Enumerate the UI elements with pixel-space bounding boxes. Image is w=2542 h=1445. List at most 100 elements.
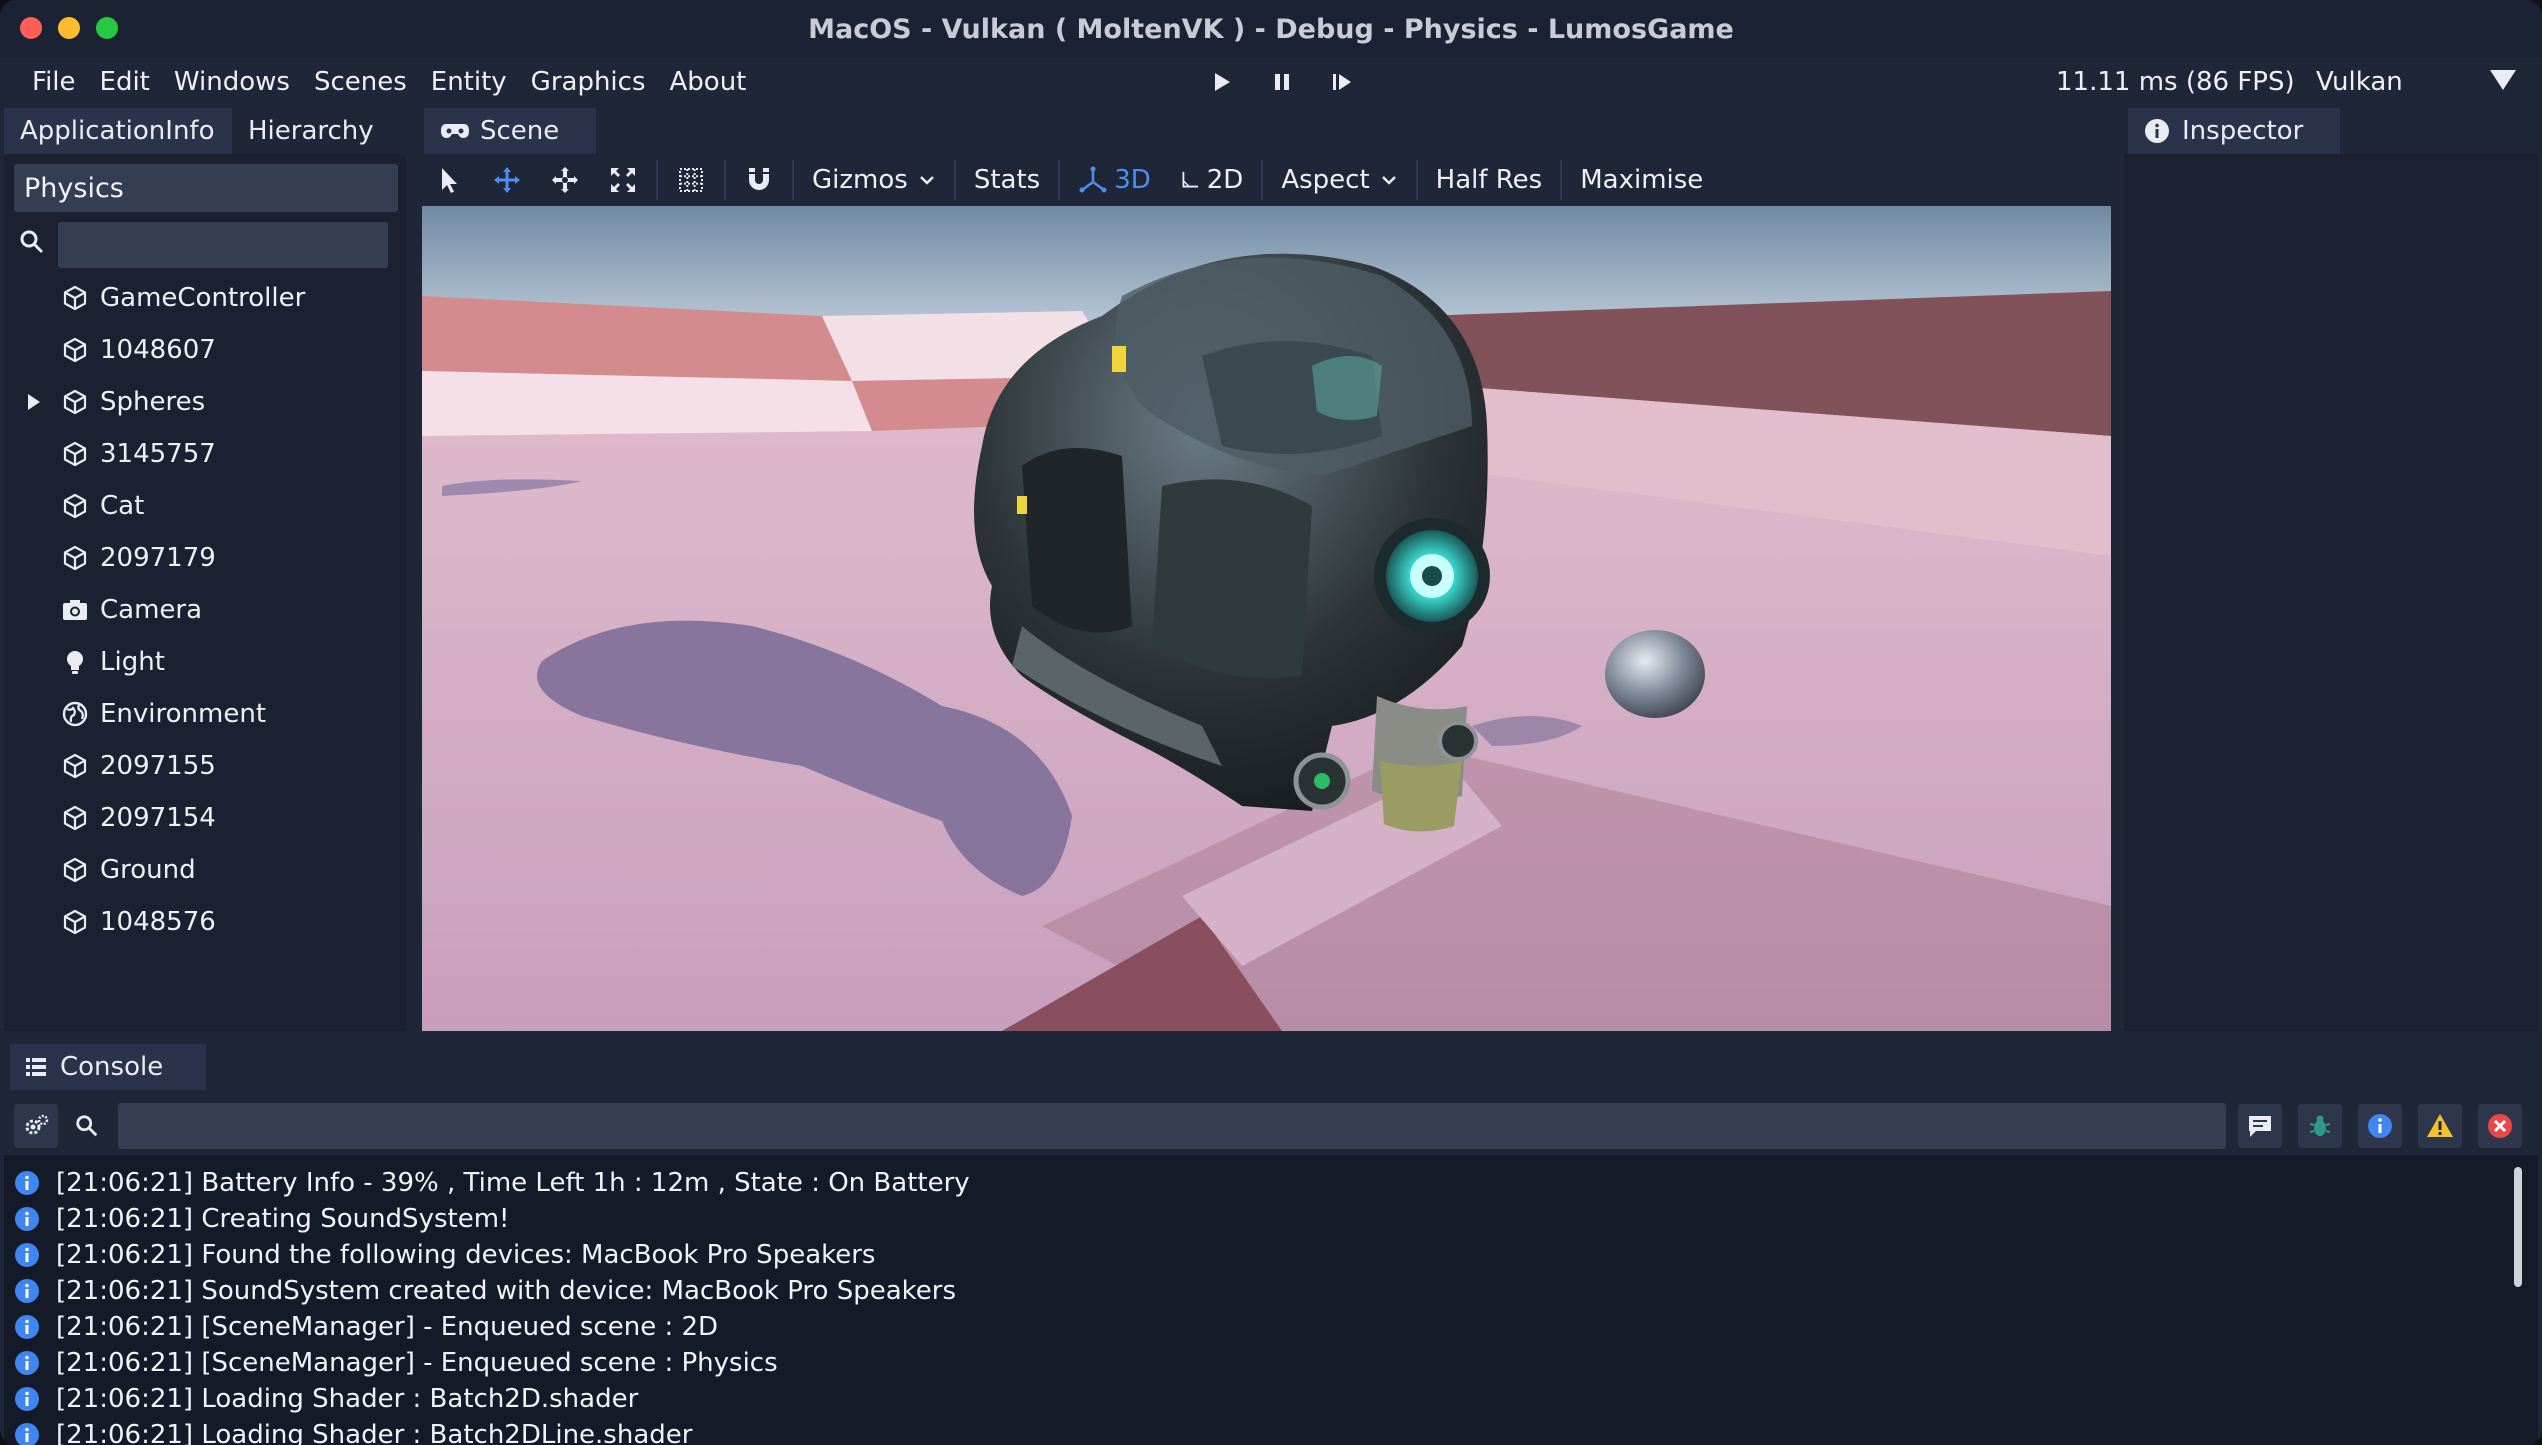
info-icon [2145,119,2169,143]
move-tool-button[interactable] [478,154,536,206]
log-line: [21:06:21] Found the following devices: … [4,1237,2538,1273]
minimize-window-button[interactable] [58,17,80,39]
tree-item[interactable]: Light [4,636,406,688]
select-tool-button[interactable] [420,154,478,206]
menu-windows[interactable]: Windows [162,67,302,97]
tree-item[interactable]: 3145757 [4,428,406,480]
scene-render [422,206,2111,1031]
scene-name-field[interactable]: Physics [14,164,398,212]
tree-item[interactable]: 1048576 [4,896,406,948]
cube-icon [63,545,87,571]
console-info-filter-button[interactable] [2358,1104,2402,1148]
menu-dropdown-icon[interactable] [2490,70,2516,90]
stats-button[interactable]: Stats [960,154,1054,206]
console-debug-filter-button[interactable] [2298,1104,2342,1148]
tree-item[interactable]: Environment [4,688,406,740]
pause-icon[interactable] [1270,70,1294,94]
play-icon[interactable] [1210,70,1234,94]
rotate-tool-button[interactable] [536,154,594,206]
console-error-filter-button[interactable] [2478,1104,2522,1148]
mode-3d-label: 3D [1114,165,1151,195]
info-icon [2368,1114,2392,1138]
hierarchy-search-input[interactable] [58,222,388,268]
tab-hierarchy[interactable]: Hierarchy [232,108,404,154]
tab-label: Inspector [2182,116,2304,146]
move-icon [494,167,520,193]
console-toolbar [4,1095,2538,1155]
log-line: [21:06:21] [SceneManager] - Enqueued sce… [4,1345,2538,1381]
tree-item[interactable]: 2097154 [4,792,406,844]
inspector-panel [2124,154,2538,1031]
tab-console[interactable]: Console [10,1044,206,1090]
cube-icon [63,389,87,415]
maximise-button[interactable]: Maximise [1566,154,1717,206]
console-scrollbar[interactable] [2514,1167,2522,1287]
tab-scene[interactable]: Scene [424,108,596,154]
menu-edit[interactable]: Edit [88,67,162,97]
tab-label: ApplicationInfo [20,116,215,146]
grid-toggle-button[interactable] [662,154,720,206]
info-icon [15,1315,39,1339]
grid-icon [679,168,703,192]
gizmos-dropdown[interactable]: Gizmos [798,154,950,206]
tree-item[interactable]: Camera [4,584,406,636]
menu-bar: File Edit Windows Scenes Entity Graphics… [0,58,2542,106]
tree-item-label: 2097179 [100,543,216,573]
chevron-down-icon [919,176,934,185]
tab-application-info[interactable]: ApplicationInfo [4,108,232,154]
lightbulb-icon [67,651,83,674]
log-line: [21:06:21] Creating SoundSystem! [4,1201,2538,1237]
step-icon[interactable] [1330,70,1354,94]
log-line: [21:06:21] Loading Shader : Batch2D.shad… [4,1381,2538,1417]
magnet-icon [749,168,769,190]
hierarchy-search [14,218,398,268]
tab-label: Hierarchy [248,116,374,146]
tree-item[interactable]: Spheres [4,376,406,428]
snap-toggle-button[interactable] [730,154,788,206]
gears-icon [25,1114,49,1135]
tree-item[interactable]: Cat [4,480,406,532]
scale-tool-button[interactable] [594,154,652,206]
cube-icon [63,857,87,883]
tree-item[interactable]: Ground [4,844,406,896]
tab-inspector[interactable]: Inspector [2128,108,2340,154]
console-settings-button[interactable] [14,1104,58,1148]
menu-graphics[interactable]: Graphics [519,67,658,97]
expand-arrow-icon[interactable] [28,394,40,410]
tree-item[interactable]: 2097179 [4,532,406,584]
window-title: MacOS - Vulkan ( MoltenVK ) - Debug - Ph… [808,13,1734,45]
scene-viewport[interactable] [422,206,2111,1031]
console-messages-filter-button[interactable] [2238,1104,2282,1148]
close-window-button[interactable] [20,17,42,39]
log-message: [21:06:21] SoundSystem created with devi… [56,1276,957,1306]
toolbar-separator [656,160,658,200]
menu-scenes[interactable]: Scenes [302,67,419,97]
console-filter-input[interactable] [118,1103,2226,1149]
log-message: [21:06:21] Found the following devices: … [56,1240,876,1270]
tree-item-label: Light [100,647,165,677]
chevron-down-icon [1381,176,1396,185]
rotate-icon [552,167,578,193]
warning-icon [2427,1114,2453,1137]
info-icon [15,1351,39,1375]
maximize-window-button[interactable] [96,17,118,39]
menu-file[interactable]: File [20,67,88,97]
render-api-label: Vulkan [2316,67,2403,97]
tree-item[interactable]: 1048607 [4,324,406,376]
aspect-dropdown[interactable]: Aspect [1267,154,1411,206]
tree-item-label: Environment [100,699,267,729]
menu-about[interactable]: About [658,67,759,97]
tree-item[interactable]: GameController [4,272,406,324]
menu-entity[interactable]: Entity [419,67,519,97]
aspect-label: Aspect [1281,165,1370,195]
tree-item-label: GameController [100,283,306,313]
title-bar: MacOS - Vulkan ( MoltenVK ) - Debug - Ph… [0,0,2542,58]
console-warning-filter-button[interactable] [2418,1104,2462,1148]
mode-2d-button[interactable]: 2D [1165,154,1258,206]
tree-item[interactable]: 2097155 [4,740,406,792]
mode-3d-button[interactable]: 3D [1064,154,1165,206]
tree-item-label: 1048576 [100,907,216,937]
tree-item-label: 2097154 [100,803,216,833]
console-log[interactable]: [21:06:21] Battery Info - 39% , Time Lef… [4,1155,2538,1445]
half-res-button[interactable]: Half Res [1422,154,1557,206]
